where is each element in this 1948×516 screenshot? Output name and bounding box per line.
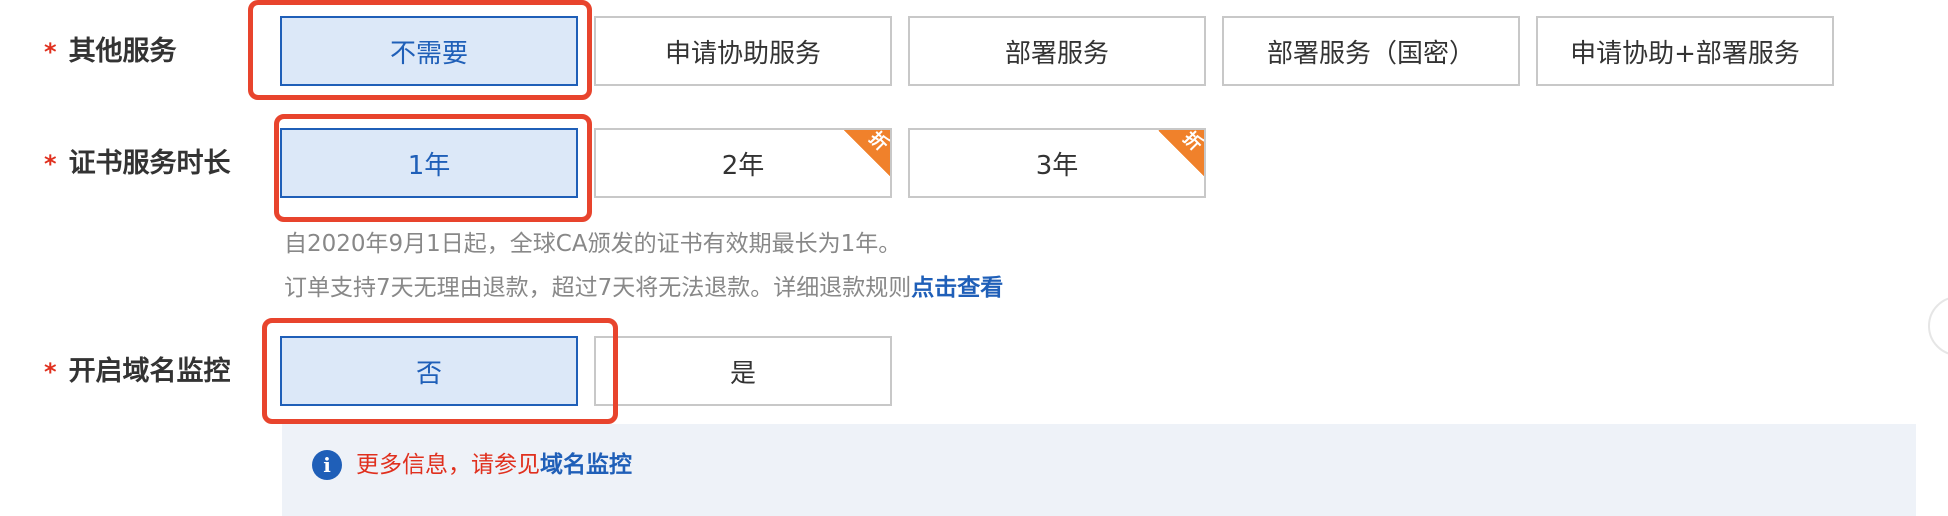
validity-note: 自2020年9月1日起，全球CA颁发的证书有效期最长为1年。: [284, 231, 902, 257]
info-icon: i: [312, 450, 342, 480]
info-box: i 更多信息，请参见域名监控: [282, 424, 1916, 516]
info-text: 更多信息，请参见域名监控: [356, 448, 632, 482]
option-label: 部署服务: [1004, 38, 1109, 69]
option-label: 申请协助+部署服务: [1570, 38, 1800, 69]
option-label: 3年: [1035, 150, 1079, 181]
option-label: 部署服务（国密）: [1266, 38, 1475, 69]
floating-side-button[interactable]: [1928, 296, 1948, 356]
option-deploy-service-sm[interactable]: 部署服务（国密）: [1222, 16, 1520, 86]
required-mark: *: [44, 38, 57, 66]
option-label: 是: [729, 358, 756, 389]
required-mark: *: [44, 150, 57, 178]
duration-label-text: 证书服务时长: [68, 148, 231, 179]
required-mark: *: [44, 358, 57, 386]
option-2-year[interactable]: 2年 折: [594, 128, 892, 198]
option-monitoring-no[interactable]: 否: [280, 336, 578, 406]
option-label: 1年: [407, 150, 451, 181]
other-services-label-text: 其他服务: [68, 36, 177, 67]
discount-badge: 折: [1158, 130, 1204, 176]
option-label: 2年: [721, 150, 765, 181]
option-assist-service[interactable]: 申请协助服务: [594, 16, 892, 86]
monitoring-label-text: 开启域名监控: [68, 356, 231, 387]
refund-rules-link[interactable]: 点击查看: [911, 275, 1003, 301]
option-no-service[interactable]: 不需要: [280, 16, 578, 86]
info-text-message: 更多信息，请参见: [356, 452, 540, 478]
other-services-label: * 其他服务: [44, 32, 177, 72]
refund-note: 订单支持7天无理由退款，超过7天将无法退款。详细退款规则点击查看: [284, 268, 1003, 302]
option-3-year[interactable]: 3年 折: [908, 128, 1206, 198]
refund-note-text: 订单支持7天无理由退款，超过7天将无法退款。详细退款规则: [284, 275, 912, 301]
option-1-year[interactable]: 1年: [280, 128, 578, 198]
option-label: 申请协助服务: [664, 38, 821, 69]
option-monitoring-yes[interactable]: 是: [594, 336, 892, 406]
duration-label: * 证书服务时长: [44, 144, 231, 184]
discount-badge-text: 折: [864, 128, 892, 156]
monitoring-label: * 开启域名监控: [44, 352, 231, 392]
option-label: 否: [415, 358, 442, 389]
discount-badge-text: 折: [1178, 128, 1206, 156]
domain-monitoring-link[interactable]: 域名监控: [540, 452, 632, 478]
option-assist-and-deploy[interactable]: 申请协助+部署服务: [1536, 16, 1834, 86]
discount-badge: 折: [844, 130, 890, 176]
option-label: 不需要: [389, 38, 468, 69]
option-deploy-service[interactable]: 部署服务: [908, 16, 1206, 86]
